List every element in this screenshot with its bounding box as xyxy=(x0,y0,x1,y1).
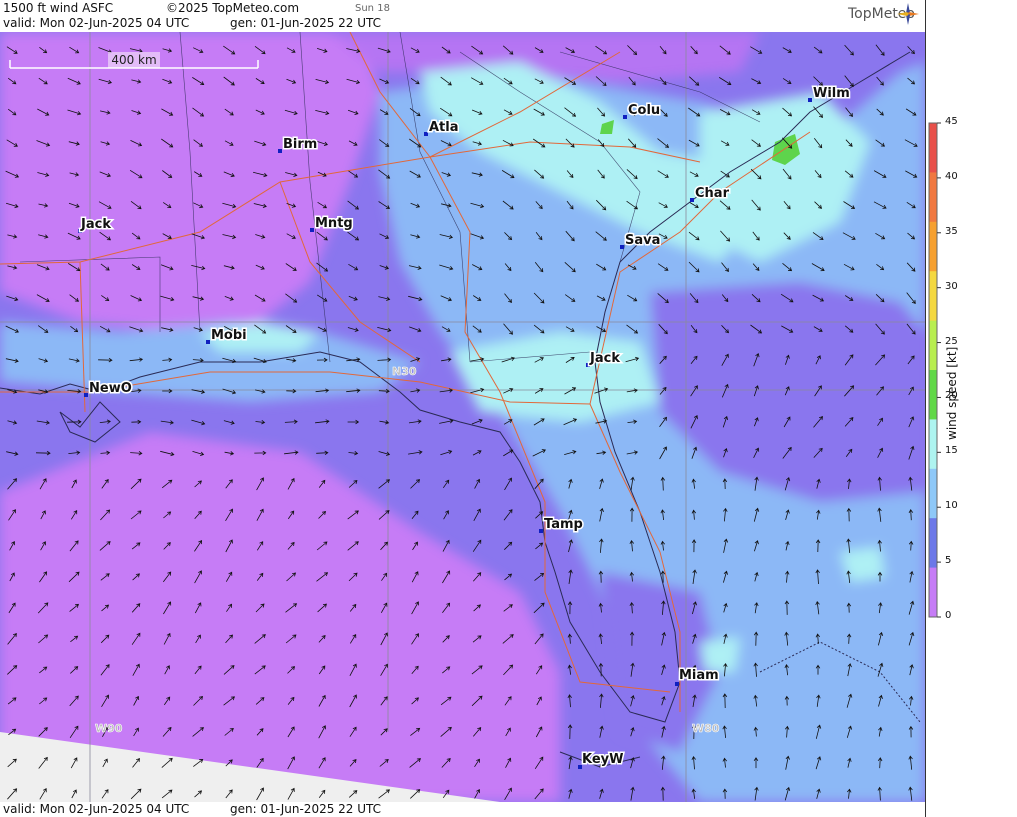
lon-label-w80: W80 xyxy=(692,722,720,735)
city-label-birm: Birm xyxy=(283,137,317,152)
colorbar-tick-label: 45 xyxy=(945,116,958,127)
colorbar-segment xyxy=(929,172,937,223)
wind-map[interactable]: 400 km N30 W90 W80 Birm Atla Colu Wilm J… xyxy=(0,32,925,802)
colorbar-segment xyxy=(929,468,937,519)
topmeteo-logo[interactable]: TopMeteo xyxy=(848,3,919,25)
generated-time: gen: 01-Jun-2025 22 UTC xyxy=(230,16,382,30)
colorbar-tick-label: 10 xyxy=(945,500,958,512)
city-label-mntg: Mntg xyxy=(315,216,353,231)
colorbar-tick-label: 30 xyxy=(945,280,958,292)
city-dot-mntg xyxy=(310,228,314,232)
colorbar-tick-label: 15 xyxy=(945,445,958,457)
colorbar-segment xyxy=(929,370,937,420)
lat-label-n30: N30 xyxy=(392,365,417,378)
colorbar-segment xyxy=(929,123,937,173)
colorbar-segment xyxy=(929,567,937,618)
map-header: 1500 ft wind ASFC ©2025 TopMeteo.com Sun… xyxy=(0,0,925,32)
city-dot-colu xyxy=(623,115,627,119)
city-label-wilm: Wilm xyxy=(813,86,850,101)
valid-time: valid: Mon 02-Jun-2025 04 UTC xyxy=(3,16,190,30)
colorbar-segment xyxy=(929,271,937,322)
city-label-char: Char xyxy=(695,186,730,201)
scale-bar-label: 400 km xyxy=(111,53,156,67)
sun-label: Sun 18 xyxy=(355,3,390,14)
colorbar-scale xyxy=(928,122,941,618)
colorbar-tick-label: 35 xyxy=(945,225,958,237)
colorbar-segment xyxy=(929,518,937,569)
product-title: 1500 ft wind ASFC xyxy=(3,1,114,15)
colorbar-title: wind speed [kt] xyxy=(945,346,959,440)
strong-zone-miami xyxy=(700,637,740,672)
city-dot-tamp xyxy=(539,529,543,533)
city-label-tamp: Tamp xyxy=(544,517,583,532)
footer-valid-time: valid: Mon 02-Jun-2025 04 UTC xyxy=(3,802,190,816)
city-dot-birm xyxy=(278,149,282,153)
colorbar xyxy=(928,122,941,618)
city-label-newo: NewO xyxy=(89,381,132,396)
map-footer: valid: Mon 02-Jun-2025 04 UTC gen: 01-Ju… xyxy=(0,802,925,817)
city-dot-char xyxy=(690,198,694,202)
city-label-keyw: KeyW xyxy=(582,752,623,767)
city-label-sava: Sava xyxy=(625,233,660,248)
city-label-jack-fl: Jack xyxy=(589,351,620,366)
footer-generated-time: gen: 01-Jun-2025 22 UTC xyxy=(230,802,382,816)
city-dot-wilm xyxy=(808,98,812,102)
city-dot-sava xyxy=(620,245,624,249)
city-label-jack-ms: Jack xyxy=(80,217,111,232)
city-dot-atla xyxy=(424,132,428,136)
colorbar-tick-label: 5 xyxy=(945,555,952,567)
colorbar-segment xyxy=(929,221,937,272)
city-label-colu: Colu xyxy=(628,103,660,118)
colorbar-tick-label: 25 xyxy=(945,335,958,347)
copyright-text: ©2025 TopMeteo.com xyxy=(166,1,300,15)
colorbar-tick-label: 0 xyxy=(945,610,952,621)
city-label-atla: Atla xyxy=(429,120,459,135)
compass-icon xyxy=(897,3,919,25)
colorbar-tick-label: 40 xyxy=(945,170,958,182)
city-label-miam: Miam xyxy=(679,668,719,683)
colorbar-segment xyxy=(929,320,937,371)
city-dot-newo xyxy=(84,393,88,397)
city-dot-mobi xyxy=(206,340,210,344)
lon-label-w90: W90 xyxy=(95,722,123,735)
city-label-mobi: Mobi xyxy=(211,328,247,343)
colorbar-segment xyxy=(929,419,937,470)
